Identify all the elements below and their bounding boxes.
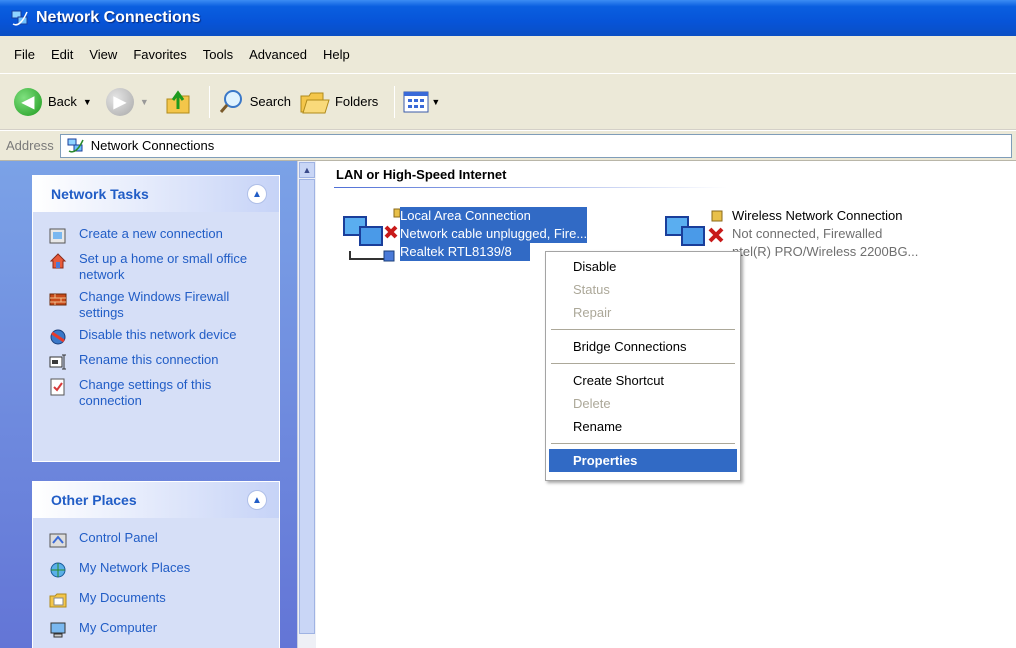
views-icon [403,91,429,112]
menu-edit[interactable]: Edit [43,47,81,62]
address-value: Network Connections [90,138,215,153]
group-divider [334,187,727,188]
toolbar-separator [208,85,210,118]
up-folder-button[interactable] [163,87,193,117]
menu-view[interactable]: View [81,47,125,62]
ctx-repair: Repair [573,305,612,320]
address-bar: Address Network Connections [0,131,1016,161]
ctx-delete: Delete [573,396,611,411]
task-home-network[interactable]: Set up a home or small office network [33,249,279,283]
task-disable-device[interactable]: Disable this network device [33,325,279,346]
ctx-create-shortcut[interactable]: Create Shortcut [549,369,737,392]
back-button[interactable]: ◀ Back ▼ [14,87,98,116]
toolbar-separator [394,85,396,118]
task-create-connection[interactable]: Create a new connection [33,224,279,245]
title-bar[interactable]: Network Connections [0,0,1016,36]
place-network-places[interactable]: My Network Places [33,558,279,579]
task-firewall[interactable]: Change Windows Firewall settings [33,287,279,321]
network-connections-icon [67,138,84,153]
views-dropdown-icon[interactable]: ▼ [431,97,440,107]
context-menu: Disable Status Repair Bridge Connections… [545,251,741,481]
network-places-icon [50,562,66,578]
task-pane: Network Tasks ▲ Create a new connection … [0,161,297,648]
search-icon [219,89,242,113]
menu-file[interactable]: File [6,47,43,62]
search-button[interactable]: Search [218,88,291,116]
new-connection-icon [49,228,66,244]
views-button[interactable]: ▼ [403,91,446,113]
collapse-chevron-icon[interactable]: ▲ [247,490,267,510]
forward-button[interactable]: ▶ ▼ [105,87,155,116]
wireless-connection-device: ntel(R) PRO/Wireless 2200BG... [732,244,919,259]
menu-bar: File Edit View Favorites Tools Advanced … [0,36,1016,74]
menu-favorites[interactable]: Favorites [125,47,194,62]
network-tasks-header[interactable]: Network Tasks ▲ [33,176,279,212]
lan-connection-name: Local Area Connection [400,207,588,225]
collapse-chevron-icon[interactable]: ▲ [247,184,267,204]
search-label: Search [249,94,291,109]
address-label: Address [6,138,54,153]
ctx-separator [551,443,735,444]
wireless-connection-status: Not connected, Firewalled [732,226,883,241]
forward-arrow-icon: ▶ [105,87,134,116]
other-places-panel: Other Places ▲ Control Panel My Network … [32,481,280,648]
place-my-computer[interactable]: My Computer [33,618,279,639]
lan-connection-device: Realtek RTL8139/8 [400,243,530,261]
settings-icon [50,378,65,396]
back-label: Back [48,94,77,109]
lan-connection-status: Network cable unplugged, Fire... [400,225,588,243]
home-network-icon [49,253,67,269]
ctx-rename[interactable]: Rename [549,415,737,438]
folders-button[interactable]: Folders [299,88,378,116]
firewall-icon [49,293,67,306]
ctx-separator [551,363,735,364]
scroll-thumb[interactable] [299,179,315,634]
other-places-title: Other Places [51,492,137,508]
wireless-connection-text: Wireless Network Connection Not connecte… [732,207,918,267]
toolbar: ◀ Back ▼ ▶ ▼ Search Folders ▼ [0,74,1016,130]
ctx-disable[interactable]: Disable [549,255,737,278]
network-tasks-panel: Network Tasks ▲ Create a new connection … [32,175,280,462]
computer-icon [50,622,66,638]
network-tasks-title: Network Tasks [51,186,149,202]
documents-icon [49,593,67,608]
folders-label: Folders [334,94,379,109]
menu-advanced[interactable]: Advanced [241,47,315,62]
task-rename-connection[interactable]: Rename this connection [33,350,279,371]
lan-connection-icon [338,207,401,267]
ctx-status: Status [573,282,610,297]
ctx-bridge-connections[interactable]: Bridge Connections [549,335,737,358]
address-input[interactable]: Network Connections [59,133,1012,158]
task-pane-scrollbar[interactable]: ▲ [297,161,316,648]
disable-device-icon [50,329,66,345]
other-places-header[interactable]: Other Places ▲ [33,482,279,518]
ctx-properties[interactable]: Properties [549,449,737,472]
group-header: LAN or High-Speed Internet [336,167,507,182]
control-panel-icon [49,533,67,548]
window-title: Network Connections [36,9,201,26]
scroll-up-icon[interactable]: ▲ [299,162,315,178]
up-folder-icon [166,89,190,113]
menu-help[interactable]: Help [315,47,358,62]
forward-dropdown-icon[interactable]: ▼ [140,97,149,107]
back-dropdown-icon[interactable]: ▼ [83,97,92,107]
ctx-separator [551,329,735,330]
place-control-panel[interactable]: Control Panel [33,528,279,549]
place-my-documents[interactable]: My Documents [33,588,279,609]
folders-icon [300,92,330,113]
network-connections-icon [11,10,28,26]
menu-tools[interactable]: Tools [195,47,241,62]
rename-icon [49,354,66,370]
wireless-connection-name: Wireless Network Connection [732,208,903,223]
task-change-settings[interactable]: Change settings of this connection [33,375,279,409]
back-arrow-icon: ◀ [14,87,42,116]
